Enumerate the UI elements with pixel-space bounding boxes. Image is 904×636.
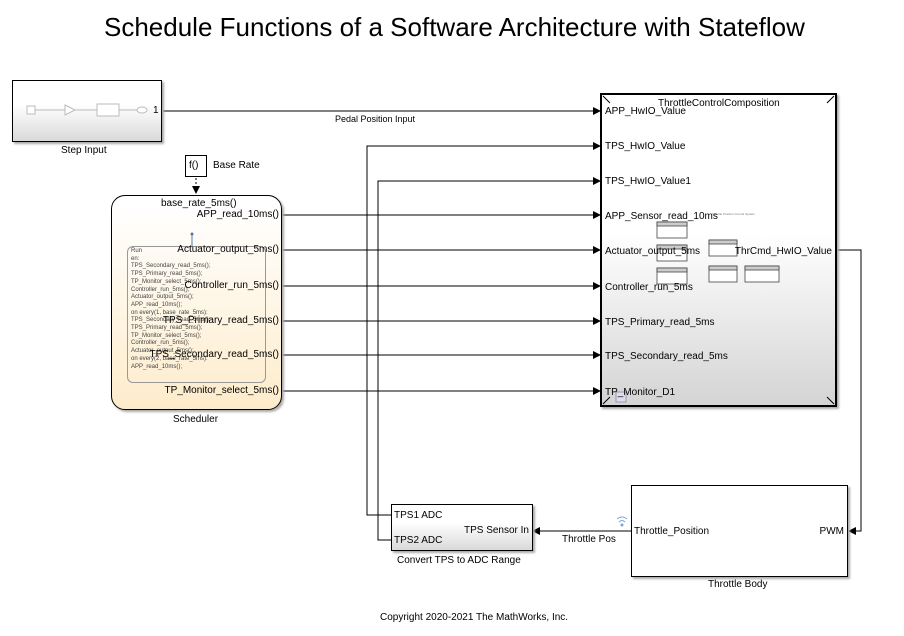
throttle-body-output: Throttle_Position [634,526,710,537]
model-canvas[interactable]: Schedule Functions of a Software Archite… [0,0,904,636]
convert-input: TPS Sensor In [463,525,529,536]
convert-output-1: TPS2 ADC [394,535,443,546]
scheduler-input: base_rate_5ms() [161,198,237,209]
composition-input-3: APP_Sensor_read_10ms [605,211,718,222]
convert-output-0: TPS1 ADC [394,510,443,521]
function-call-glyph: f() [189,160,199,171]
composition-input-6: TPS_Primary_read_5ms [605,317,715,328]
wireless-signal-icon [616,516,628,527]
scheduler-output-4: TPS_Secondary_read_5ms() [149,349,279,360]
composition-input-0: APP_HwIO_Value [605,106,686,117]
scheduler-label: Scheduler [173,414,219,425]
composition-input-7: TPS_Secondary_read_5ms [605,351,728,362]
throttle-body-block[interactable]: Throttle_Position PWM [631,485,848,577]
convert-label: Convert TPS to ADC Range [397,555,521,566]
base-rate-block[interactable]: f() [185,155,207,177]
composition-input-5: Controller_run_5ms [605,282,693,293]
scheduler-output-3: TPS_Primary_read_5ms() [162,315,279,326]
signal-label-pedal: Pedal Position Input [335,114,416,124]
wire-tps1 [366,142,601,516]
composition-input-8: TP_Monitor_D1 [605,387,676,398]
scheduler-output-2: Controller_run_5ms() [184,280,279,291]
throttle-control-composition[interactable]: Throttle Position Control System Throttl… [600,93,837,407]
throttle-body-label: Throttle Body [708,579,768,590]
subsystem-thumbnail [26,103,148,117]
step-input-label: Step Input [61,145,107,156]
scheduler-output-1: Actuator_output_5ms() [177,244,279,255]
convert-tps-block[interactable]: TPS1 ADC TPS2 ADC TPS Sensor In [391,504,533,551]
copyright: Copyright 2020-2021 The MathWorks, Inc. [380,612,569,623]
thumbnail-caption: Throttle Position Control System [712,212,756,216]
base-rate-label: Base Rate [213,160,260,171]
composition-output: ThrCmd_HwIO_Value [734,246,832,257]
composition-input-1: TPS_HwIO_Value [605,141,686,152]
composition-input-2: TPS_HwIO_Value1 [605,176,691,187]
scheduler-output-5: TP_Monitor_select_5ms() [164,385,279,396]
throttle-body-input: PWM [819,526,844,537]
step-input-port: 1 [153,105,159,116]
composition-input-4: Actuator_output_5ms [605,246,701,257]
step-input-block[interactable]: 1 [12,80,162,142]
scheduler-output-0: APP_read_10ms() [196,209,279,220]
wire-tps2 [377,177,601,541]
signal-label-throttle: Throttle Pos [562,534,616,545]
